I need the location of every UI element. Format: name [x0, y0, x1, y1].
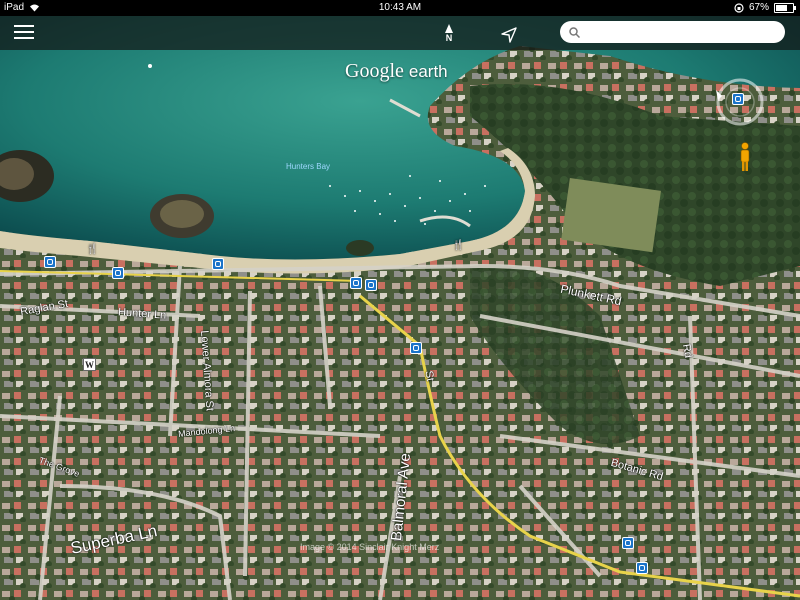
transit-stop-icon[interactable] [212, 258, 224, 270]
rotation-lock-icon [734, 2, 744, 13]
bay-label: Hunters Bay [286, 162, 331, 171]
transit-stop-icon[interactable] [365, 279, 377, 291]
search-input[interactable] [560, 21, 785, 43]
restaurant-icon[interactable]: 🍴 [86, 244, 98, 256]
my-location-button[interactable] [500, 26, 518, 44]
street-label: Rd [679, 343, 695, 359]
compass-label: N [445, 33, 453, 43]
transit-stop-icon[interactable] [636, 562, 648, 574]
transit-stop-icon[interactable] [622, 537, 634, 549]
status-time: 10:43 AM [378, 2, 422, 13]
menu-bar [14, 31, 34, 33]
transit-stop-icon[interactable] [410, 342, 422, 354]
google-earth-logo: Google earth [345, 60, 448, 83]
screen: Google earth Hunters Bay Raglan St Hunte… [0, 0, 800, 600]
restaurant-icon[interactable]: 🍴 [452, 240, 464, 252]
transit-stop-icon[interactable] [112, 267, 124, 279]
battery-percent: 67% [748, 2, 769, 13]
menu-button[interactable] [14, 25, 34, 41]
logo-earth: earth [408, 62, 448, 81]
status-bar: iPad 10:43 AM 67% [0, 0, 800, 16]
logo-google: Google [345, 60, 404, 82]
transit-stop-icon[interactable] [44, 256, 56, 268]
menu-bar [14, 25, 34, 27]
street-label: St [422, 369, 437, 383]
search-icon [569, 27, 580, 38]
compass-button[interactable]: N [440, 24, 458, 46]
wikipedia-icon[interactable]: W [83, 358, 96, 371]
north-arrow-icon [445, 24, 453, 33]
imagery-credit: Image © 2014 Sinclair Knight Merz [300, 542, 440, 552]
street-view-pegman-icon[interactable] [738, 142, 752, 172]
transit-stop-icon[interactable] [350, 277, 362, 289]
battery-icon [774, 2, 796, 13]
toolbar: N [0, 16, 800, 50]
battery-fill [776, 4, 787, 11]
tilt-control-icon[interactable] [714, 76, 766, 128]
menu-bar [14, 37, 34, 39]
